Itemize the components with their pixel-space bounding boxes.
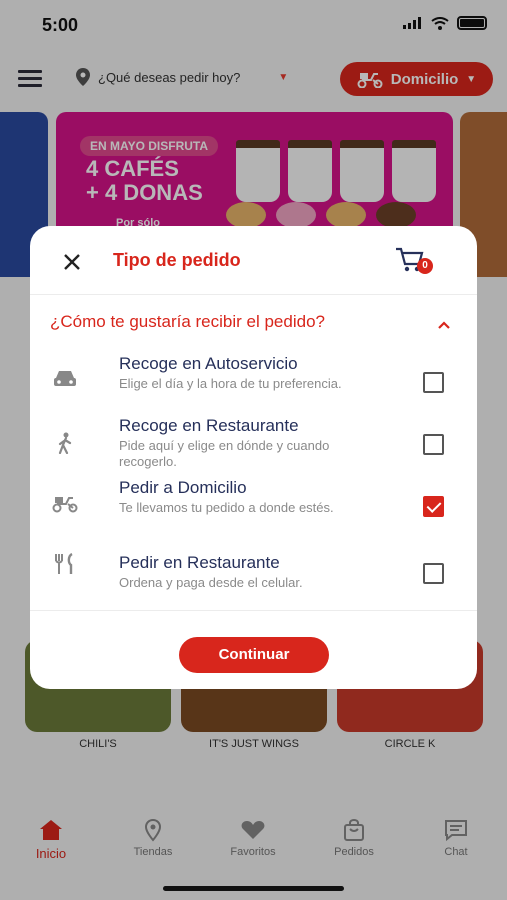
- option-checkbox[interactable]: [423, 372, 444, 393]
- close-icon[interactable]: [60, 250, 84, 274]
- option-description: Pide aquí y elige en dónde y cuando reco…: [119, 438, 330, 469]
- home-indicator: [163, 886, 344, 891]
- fork-knife-icon: [55, 553, 73, 574]
- option-description: Te llevamos tu pedido a donde estés.: [119, 500, 334, 515]
- cart-button[interactable]: 0: [395, 246, 433, 276]
- scooter-icon: [52, 497, 78, 513]
- order-type-modal: Tipo de pedido 0 ¿Cómo te gustaría recib…: [30, 226, 477, 689]
- option-title: Recoge en Restaurante: [119, 416, 299, 435]
- option-checkbox-checked[interactable]: [423, 496, 444, 517]
- option-title: Pedir a Domicilio: [119, 478, 247, 497]
- continue-button[interactable]: Continuar: [179, 637, 329, 673]
- cart-count-badge: 0: [417, 258, 433, 274]
- receive-question[interactable]: ¿Cómo te gustaría recibir el pedido?: [50, 312, 325, 332]
- option-checkbox[interactable]: [423, 434, 444, 455]
- option-title: Pedir en Restaurante: [119, 553, 280, 572]
- option-description: Elige el día y la hora de tu preferencia…: [119, 376, 342, 391]
- chevron-up-icon[interactable]: [437, 318, 451, 332]
- divider: [30, 610, 477, 611]
- option-title: Recoge en Autoservicio: [119, 354, 298, 373]
- divider: [30, 294, 477, 295]
- walking-person-icon: [58, 432, 72, 454]
- option-description: Ordena y paga desde el celular.: [119, 575, 303, 590]
- car-icon: [54, 371, 76, 386]
- option-checkbox[interactable]: [423, 563, 444, 584]
- modal-title: Tipo de pedido: [113, 250, 241, 270]
